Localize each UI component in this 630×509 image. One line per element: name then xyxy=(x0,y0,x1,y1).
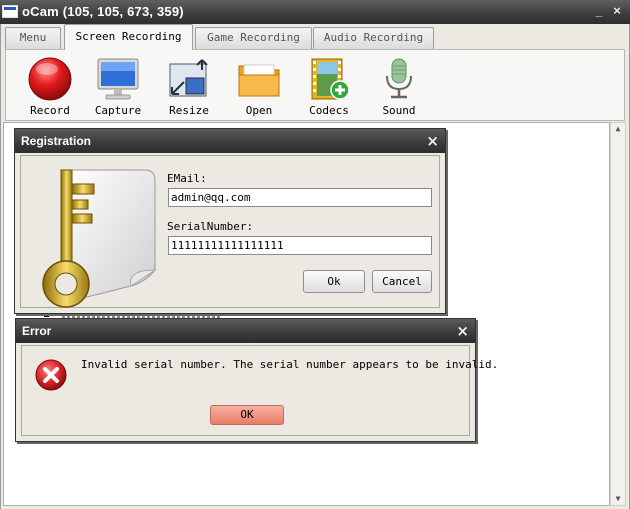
sound-label: Sound xyxy=(382,104,416,117)
error-ok-button[interactable]: OK xyxy=(210,405,284,425)
sound-button[interactable]: Sound xyxy=(367,52,431,120)
resize-icon xyxy=(169,59,208,97)
main-titlebar[interactable]: oCam (105, 105, 673, 359) _ × xyxy=(0,0,630,24)
registration-titlebar[interactable]: Registration × xyxy=(15,129,445,153)
email-field[interactable]: admin@qq.com xyxy=(168,188,432,207)
error-message: Invalid serial number. The serial number… xyxy=(81,358,499,371)
error-body: Invalid serial number. The serial number… xyxy=(21,345,498,436)
minimize-button[interactable]: _ xyxy=(592,4,606,18)
open-label: Open xyxy=(245,104,273,117)
error-icon xyxy=(35,359,67,391)
registration-title: Registration xyxy=(21,134,92,148)
email-label: EMail: xyxy=(167,172,207,185)
microphone-icon xyxy=(386,58,412,99)
codecs-button[interactable]: Codecs xyxy=(297,52,361,120)
cancel-button[interactable]: Cancel xyxy=(372,270,432,293)
record-button[interactable]: Record xyxy=(18,52,82,120)
serial-number-label: SerialNumber: xyxy=(167,220,254,233)
record-icon xyxy=(28,57,72,101)
resize-button[interactable]: Resize xyxy=(157,52,221,120)
record-label: Record xyxy=(30,104,70,117)
tab-menu[interactable]: Menu xyxy=(5,27,61,49)
resize-label: Resize xyxy=(169,104,209,117)
folder-icon xyxy=(238,64,280,97)
film-add-icon xyxy=(311,58,350,100)
serial-number-field[interactable]: 11111111111111111 xyxy=(168,236,432,255)
registration-close-button[interactable]: × xyxy=(426,132,439,150)
monitor-icon xyxy=(97,58,139,100)
error-title: Error xyxy=(22,324,52,338)
registration-body: EMail: admin@qq.com SerialNumber: 111111… xyxy=(20,155,440,308)
key-document-icon xyxy=(42,169,157,308)
tab-screen-recording[interactable]: Screen Recording xyxy=(64,24,193,50)
registration-dialog: Registration × EMail: admin@qq.com Seria… xyxy=(14,128,446,314)
toolbar: Record Capture Resize Open Codecs Sound xyxy=(5,49,625,121)
error-close-button[interactable]: × xyxy=(456,322,469,340)
tab-game-recording[interactable]: Game Recording xyxy=(195,27,312,49)
capture-label: Capture xyxy=(94,104,142,117)
scroll-up-arrow-icon[interactable]: ▲ xyxy=(614,125,622,133)
codecs-label: Codecs xyxy=(309,104,349,117)
capture-button[interactable]: Capture xyxy=(86,52,150,120)
window-title: oCam (105, 105, 673, 359) xyxy=(22,4,184,19)
tab-audio-recording[interactable]: Audio Recording xyxy=(313,27,434,49)
ok-button[interactable]: Ok xyxy=(303,270,365,293)
open-button[interactable]: Open xyxy=(227,52,291,120)
error-titlebar[interactable]: Error × xyxy=(16,319,475,343)
close-button[interactable]: × xyxy=(610,4,624,18)
error-dialog: Error × Invalid serial number. The seria… xyxy=(15,318,498,442)
vertical-scrollbar[interactable]: ▲ ▼ xyxy=(610,122,626,506)
app-window-icon xyxy=(2,5,18,18)
scroll-down-arrow-icon[interactable]: ▼ xyxy=(614,495,622,503)
